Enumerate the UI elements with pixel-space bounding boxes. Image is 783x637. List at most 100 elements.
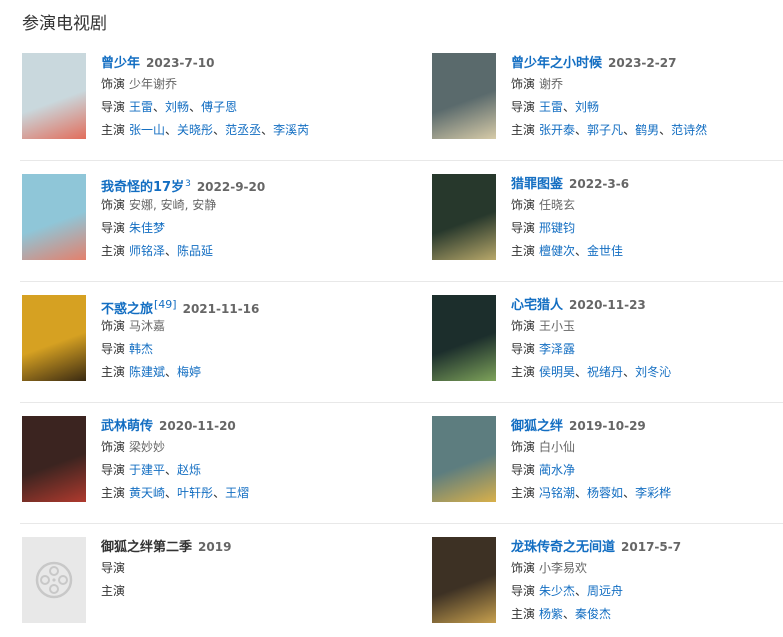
director-label: 导演 xyxy=(101,221,126,235)
role-value: 谢乔 xyxy=(539,77,564,91)
title-line: 武林萌传 2020-11-20 xyxy=(101,416,249,436)
role-value: 安娜, 安崎, 安静 xyxy=(129,198,217,212)
drama-title[interactable]: 猎罪图鉴 xyxy=(511,177,563,192)
drama-poster[interactable] xyxy=(432,174,496,260)
director-label: 导演 xyxy=(511,100,536,114)
title-line: 曾少年 2023-7-10 xyxy=(101,53,309,73)
card-row: 御狐之绊第二季 2019 导演 主演 龙珠传奇之无间道 2017-5-7 饰演 小李易欢 导演朱… xyxy=(20,524,783,637)
title-line: 曾少年之小时候 2023-2-27 xyxy=(511,53,707,73)
drama-card: 不惑之旅[49] 2021-11-16 饰演 马沐嘉 导演 韩杰 主演 陈建斌、梅婷 xyxy=(22,282,402,402)
drama-title[interactable]: 龙珠传奇之无间道 xyxy=(511,540,615,555)
drama-poster[interactable] xyxy=(432,416,496,502)
drama-info: 心宅猎人 2020-11-23 饰演 王小玉 导演 李泽露 主演 侯明昊、祝绪丹、刘冬沁 xyxy=(511,295,671,384)
star-link[interactable]: 杨紫 xyxy=(539,607,563,621)
drama-poster[interactable] xyxy=(22,174,86,260)
role-value: 王小玉 xyxy=(539,319,576,333)
card-row: 我奇怪的17岁3 2022-9-20 饰演 安娜, 安崎, 安静 导演 朱佳梦 主演 师铭泽、… xyxy=(20,161,783,282)
footnote-ref[interactable]: [49] xyxy=(154,298,177,311)
poster-image xyxy=(432,53,496,139)
star-link[interactable]: 梅婷 xyxy=(177,365,201,379)
drama-title[interactable]: 御狐之绊 xyxy=(511,419,563,434)
drama-poster[interactable] xyxy=(432,295,496,381)
star-link[interactable]: 檀健次 xyxy=(539,244,575,258)
drama-poster[interactable] xyxy=(22,53,86,139)
role-label: 饰演 xyxy=(511,77,536,91)
star-line: 主演 xyxy=(101,580,231,603)
drama-title[interactable]: 我奇怪的17岁 xyxy=(101,180,184,195)
star-link[interactable]: 侯明昊 xyxy=(539,365,575,379)
star-link[interactable]: 李溪芮 xyxy=(273,123,309,137)
director-link[interactable]: 韩杰 xyxy=(129,342,153,356)
star-link[interactable]: 范丞丞 xyxy=(225,123,261,137)
title-line: 御狐之绊 2019-10-29 xyxy=(511,416,671,436)
role-line: 饰演 马沐嘉 xyxy=(101,315,259,338)
director-link[interactable]: 刘畅 xyxy=(165,100,189,114)
footnote-ref[interactable]: 3 xyxy=(185,179,191,189)
star-link[interactable]: 黄天崎 xyxy=(129,486,165,500)
star-label: 主演 xyxy=(101,244,126,258)
star-link[interactable]: 秦俊杰 xyxy=(575,607,611,621)
role-label: 饰演 xyxy=(511,319,536,333)
drama-card: 曾少年 2023-7-10 饰演 少年谢乔 导演 王雷、刘畅、傅子恩 主演 张一山、关晓彤、范… xyxy=(22,40,402,160)
director-link[interactable]: 朱少杰 xyxy=(539,584,575,598)
star-link[interactable]: 张开泰 xyxy=(539,123,575,137)
poster-image xyxy=(432,174,496,260)
director-link[interactable]: 周远舟 xyxy=(587,584,623,598)
drama-poster[interactable] xyxy=(432,537,496,623)
star-link[interactable]: 郭子凡 xyxy=(587,123,623,137)
drama-poster[interactable] xyxy=(432,53,496,139)
star-link[interactable]: 关晓彤 xyxy=(177,123,213,137)
drama-info: 曾少年 2023-7-10 饰演 少年谢乔 导演 王雷、刘畅、傅子恩 主演 张一山、关晓彤、范… xyxy=(101,53,309,142)
film-reel-icon xyxy=(35,561,73,599)
star-link[interactable]: 杨蓉如 xyxy=(587,486,623,500)
star-link[interactable]: 金世佳 xyxy=(587,244,623,258)
star-link[interactable]: 陈品延 xyxy=(177,244,213,258)
separator: 、 xyxy=(165,463,178,477)
title-line: 不惑之旅[49] 2021-11-16 xyxy=(101,295,259,317)
drama-card: 龙珠传奇之无间道 2017-5-7 饰演 小李易欢 导演 朱少杰、周远舟 主演 杨紫、秦俊杰 xyxy=(432,524,772,637)
separator: 、 xyxy=(575,244,588,258)
drama-poster[interactable] xyxy=(22,416,86,502)
drama-card: 武林萌传 2020-11-20 饰演 梁妙妙 导演 于建平、赵烁 主演 黄天崎、叶轩彤、王熠 xyxy=(22,403,402,523)
star-link[interactable]: 范诗然 xyxy=(671,123,707,137)
director-link[interactable]: 王雷 xyxy=(129,100,153,114)
star-link[interactable]: 叶轩彤 xyxy=(177,486,213,500)
director-link[interactable]: 傅子恩 xyxy=(201,100,237,114)
star-link[interactable]: 王熠 xyxy=(225,486,249,500)
director-link[interactable]: 刘畅 xyxy=(575,100,599,114)
star-link[interactable]: 张一山 xyxy=(129,123,165,137)
director-link[interactable]: 邢键钧 xyxy=(539,221,575,235)
role-value: 少年谢乔 xyxy=(129,77,178,91)
star-link[interactable]: 祝绪丹 xyxy=(587,365,623,379)
star-link[interactable]: 陈建斌 xyxy=(129,365,165,379)
drama-title[interactable]: 曾少年 xyxy=(101,56,140,71)
poster-image xyxy=(432,537,496,623)
director-link[interactable]: 王雷 xyxy=(539,100,563,114)
director-line: 导演 朱少杰、周远舟 xyxy=(511,580,681,603)
poster-image xyxy=(22,416,86,502)
drama-poster[interactable] xyxy=(22,295,86,381)
section-title: 参演电视剧 xyxy=(22,14,107,34)
star-label: 主演 xyxy=(511,244,536,258)
star-label: 主演 xyxy=(101,584,126,598)
director-link[interactable]: 蔺水净 xyxy=(539,463,575,477)
star-link[interactable]: 刘冬沁 xyxy=(635,365,671,379)
drama-title[interactable]: 武林萌传 xyxy=(101,419,153,434)
star-link[interactable]: 李彩桦 xyxy=(635,486,671,500)
star-line: 主演 张开泰、郭子凡、鹤男、范诗然 xyxy=(511,119,707,142)
star-link[interactable]: 冯铭潮 xyxy=(539,486,575,500)
director-link[interactable]: 赵烁 xyxy=(177,463,201,477)
director-link[interactable]: 李泽露 xyxy=(539,342,575,356)
drama-title[interactable]: 心宅猎人 xyxy=(511,298,563,313)
role-line: 饰演 少年谢乔 xyxy=(101,73,309,96)
drama-poster[interactable] xyxy=(22,537,86,623)
star-link[interactable]: 鹤男 xyxy=(635,123,659,137)
separator: 、 xyxy=(575,123,588,137)
director-link[interactable]: 朱佳梦 xyxy=(129,221,165,235)
director-link[interactable]: 于建平 xyxy=(129,463,165,477)
separator: 、 xyxy=(575,486,588,500)
star-link[interactable]: 师铭泽 xyxy=(129,244,165,258)
drama-title[interactable]: 曾少年之小时候 xyxy=(511,56,602,71)
title-line: 我奇怪的17岁3 2022-9-20 xyxy=(101,174,265,195)
star-line: 主演 师铭泽、陈品延 xyxy=(101,240,265,263)
